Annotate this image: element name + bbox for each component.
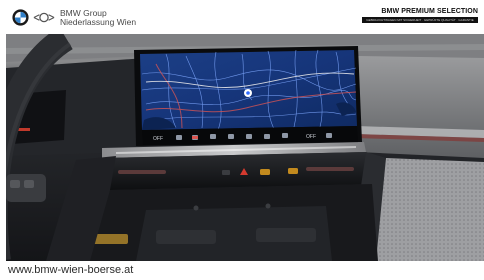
bmw-logo-icon [12,9,29,26]
mini-logo-icon [33,12,55,23]
footer: www.bmw-wien-boerse.at [0,261,484,280]
temp-right-label: OFF [306,134,316,140]
location-pin-icon [244,89,252,97]
premium-selection-tagline: GEBRAUCHTWAGEN MIT SICHERHEIT · GEPRÜFTE… [362,17,478,23]
temp-left-label: OFF [153,136,163,142]
dealer-name: BMW Group Niederlassung Wien [60,9,136,27]
dealer-website-link[interactable]: www.bmw-wien-boerse.at [8,264,133,276]
premium-selection-title: BMW PREMIUM SELECTION [381,8,478,15]
premium-selection-badge: BMW PREMIUM SELECTION GEBRAUCHTWAGEN MIT… [362,8,478,23]
vehicle-photo: OFF OFF [6,34,484,261]
dashboard-photo-svg: OFF OFF [6,34,484,261]
dealer-header: BMW Group Niederlassung Wien BMW PREMIUM… [0,0,484,34]
dealer-name-line2: Niederlassung Wien [60,17,137,27]
